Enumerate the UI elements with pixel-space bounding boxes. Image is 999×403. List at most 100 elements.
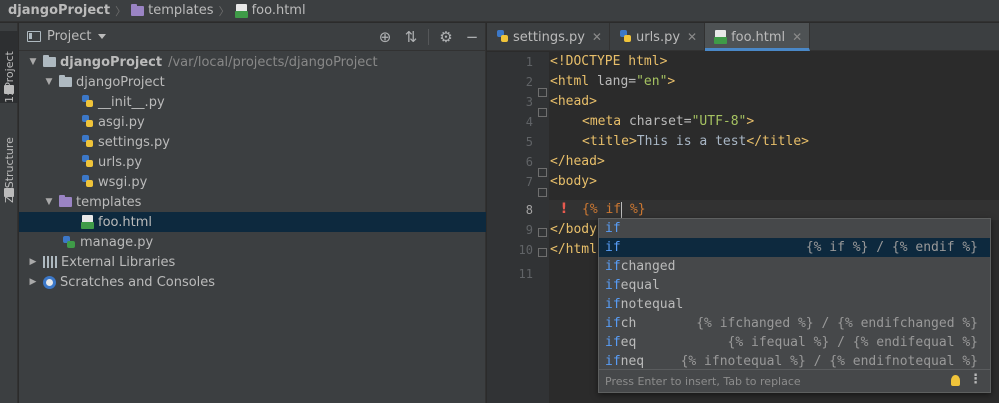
tree-item-asgi-py[interactable]: asgi.py <box>19 112 486 132</box>
chevron-down-icon[interactable] <box>98 34 107 39</box>
tree-item-root[interactable]: ▼ djangoProject /var/local/projects/djan… <box>19 52 486 72</box>
completion-item[interactable]: ifch {% ifchanged %} / {% endifchanged %} <box>599 314 990 333</box>
completion-item[interactable]: ifchanged <box>599 257 990 276</box>
completion-popup: if if {% if %} / {% endif %} ifchanged ifequ… <box>598 218 991 393</box>
completion-item[interactable]: if {% if %} / {% endif %} <box>599 238 990 257</box>
breadcrumb-separator: 〉 <box>115 4 127 18</box>
completion-item[interactable]: ifequal <box>599 276 990 295</box>
line-number: 10 <box>518 243 533 257</box>
line-number: 4 <box>525 115 533 129</box>
folder-icon <box>4 85 14 94</box>
code-line-1[interactable]: <!DOCTYPE html> <box>550 52 667 72</box>
fold-marker[interactable] <box>538 248 547 257</box>
close-icon[interactable]: ✕ <box>792 30 802 44</box>
chevron-down-icon[interactable]: ▼ <box>43 72 55 92</box>
templates-folder-icon <box>59 195 72 207</box>
line-number: 1 <box>525 55 533 69</box>
line-number-current: 8 <box>525 203 533 217</box>
line-number: 11 <box>518 267 533 281</box>
code-line-6[interactable]: </head> <box>550 152 605 172</box>
folder-icon <box>43 55 56 67</box>
python-file-icon <box>496 30 509 44</box>
completion-item[interactable]: ifeq {% ifequal %} / {% endifequal %} <box>599 333 990 352</box>
code-line-7[interactable]: <body> <box>550 172 597 192</box>
code-line-10[interactable]: </html <box>550 240 597 260</box>
code-line-5[interactable]: <title>This is a test</title> <box>582 132 809 152</box>
html-file-icon <box>714 30 728 44</box>
python-file-icon <box>81 135 94 149</box>
fold-marker[interactable] <box>538 108 547 117</box>
line-number: 5 <box>525 135 533 149</box>
tree-item-djangoproject-package[interactable]: ▼ djangoProject <box>19 72 486 92</box>
completion-list: if if {% if %} / {% endif %} ifchanged ifequ… <box>599 219 990 371</box>
collapse-all-icon[interactable]: ⇅ <box>398 23 424 51</box>
fold-marker[interactable] <box>538 88 547 97</box>
close-icon[interactable]: ✕ <box>592 30 602 44</box>
tree-item-templates[interactable]: ▼ templates <box>19 192 486 212</box>
python-file-icon <box>81 115 94 129</box>
tree-item-scratches[interactable]: ▶ Scratches and Consoles <box>19 272 486 292</box>
error-icon[interactable]: ! <box>557 201 571 219</box>
tree-item-settings-py[interactable]: settings.py <box>19 132 486 152</box>
completion-item[interactable]: ifnotequal <box>599 295 990 314</box>
tree-item-wsgi-py[interactable]: wsgi.py <box>19 172 486 192</box>
code-line-2[interactable]: <html lang="en"> <box>550 72 675 92</box>
breadcrumb-separator: 〉 <box>218 4 230 18</box>
python-file-icon <box>81 175 94 189</box>
project-view-selector[interactable]: Project <box>47 29 91 44</box>
divider <box>428 29 429 45</box>
fold-marker[interactable] <box>538 188 547 197</box>
line-number: 6 <box>525 155 533 169</box>
tree-item-urls-py[interactable]: urls.py <box>19 152 486 172</box>
completion-footer: Press Enter to insert, Tab to replace ⋮ <box>599 369 990 392</box>
fold-marker[interactable] <box>538 168 547 177</box>
breadcrumb-file[interactable]: foo.html <box>234 0 306 22</box>
locate-file-icon[interactable]: ⊕ <box>372 23 398 51</box>
gear-icon[interactable]: ⚙ <box>433 23 459 51</box>
html-file-icon <box>234 3 248 18</box>
libraries-icon <box>43 256 57 268</box>
navigation-bar: djangoProject 〉 templates 〉 foo.html <box>0 0 999 22</box>
chevron-right-icon[interactable]: ▶ <box>27 272 39 292</box>
code-line-8[interactable]: {% if %} <box>582 200 646 220</box>
tree-item-foo-html[interactable]: foo.html <box>19 212 486 232</box>
hide-panel-icon[interactable]: − <box>459 23 485 51</box>
close-icon[interactable]: ✕ <box>687 30 697 44</box>
line-number: 2 <box>525 75 533 89</box>
project-panel: Project ⊕ ⇅ ⚙ − ▼ djangoProject /var/loc… <box>19 23 486 403</box>
line-number: 3 <box>525 95 533 109</box>
python-file-icon <box>619 30 632 44</box>
tree-item-external-libraries[interactable]: ▶ External Libraries <box>19 252 486 272</box>
python-file-icon <box>81 95 94 109</box>
folder-icon <box>59 75 72 87</box>
editor-tabs: settings.py ✕ urls.py ✕ foo.html ✕ <box>487 23 999 51</box>
tab-urls-py[interactable]: urls.py ✕ <box>610 23 706 51</box>
tab-settings-py[interactable]: settings.py ✕ <box>487 23 610 51</box>
fold-marker[interactable] <box>538 228 547 237</box>
completion-item[interactable]: if <box>599 219 990 238</box>
code-line-4[interactable]: <meta charset="UTF-8"> <box>582 112 754 132</box>
python-file-icon <box>81 155 94 169</box>
python-file-icon <box>63 235 76 249</box>
scratches-icon <box>43 275 56 289</box>
chevron-down-icon[interactable]: ▼ <box>27 52 39 72</box>
lightbulb-icon[interactable] <box>951 375 960 386</box>
line-number: 9 <box>525 223 533 237</box>
line-number: 7 <box>525 175 533 189</box>
chevron-down-icon[interactable]: ▼ <box>43 192 55 212</box>
code-line-9[interactable]: </body <box>550 220 597 240</box>
chevron-right-icon[interactable]: ▶ <box>27 252 39 272</box>
folder-icon <box>131 3 145 16</box>
tab-foo-html[interactable]: foo.html ✕ <box>705 23 811 51</box>
tree-item-manage-py[interactable]: manage.py <box>19 232 486 252</box>
more-options-icon[interactable]: ⋮ <box>969 372 982 387</box>
project-panel-header: Project ⊕ ⇅ ⚙ − <box>19 23 485 51</box>
html-file-icon <box>81 215 94 229</box>
code-line-3[interactable]: <head> <box>550 92 597 112</box>
tree-item-init-py[interactable]: __init__.py <box>19 92 486 112</box>
breadcrumb-templates[interactable]: templates <box>131 0 214 22</box>
structure-icon <box>4 188 14 197</box>
project-view-icon <box>27 31 41 42</box>
breadcrumb-project[interactable]: djangoProject <box>8 0 110 22</box>
tool-window-stripe: 1: Project Z: Structure <box>0 23 18 403</box>
